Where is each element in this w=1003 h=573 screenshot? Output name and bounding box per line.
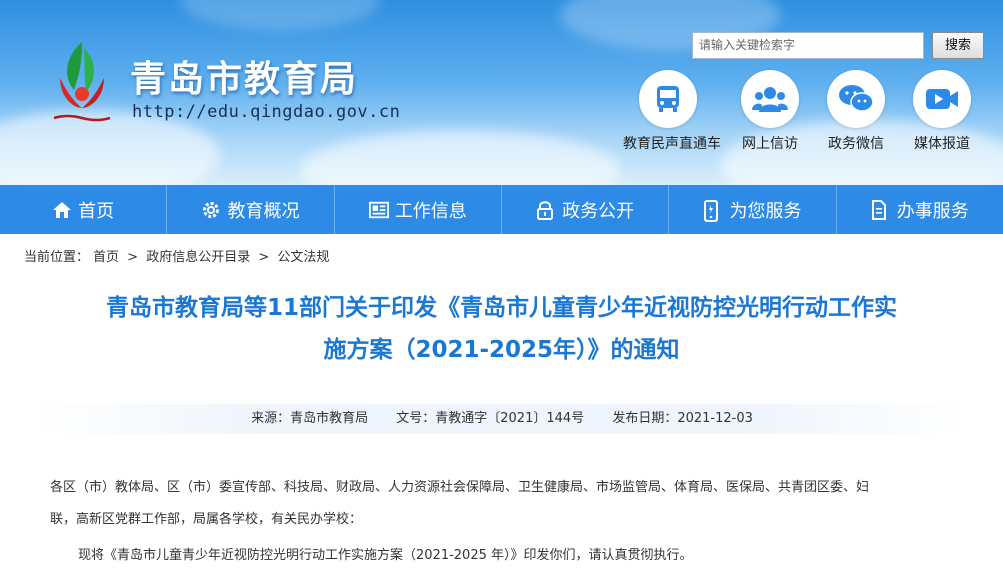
nav-item-overview[interactable]: 教育概况 xyxy=(167,185,335,234)
nav-item-home[interactable]: 首页 xyxy=(0,185,168,234)
body-line: 联，高新区党群工作部，局属各学校，有关民办学校： xyxy=(50,512,363,527)
search-button[interactable]: 搜索 xyxy=(932,32,984,59)
article-publish-date: 发布日期：2021-12-03 xyxy=(612,411,753,426)
nav-item-affairs-service[interactable]: 办事服务 xyxy=(837,185,1003,234)
search-input[interactable]: 请输入关键检索字 xyxy=(692,32,924,59)
logo-emblem-icon[interactable] xyxy=(52,38,112,128)
article-doc-number: 文号：青教通字〔2021〕144号 xyxy=(396,411,585,426)
nav-item-label: 政务公开 xyxy=(562,200,635,222)
body-paragraph: 现将《青岛市儿童青少年近视防控光明行动工作实施方案（2021-2025 年）》印… xyxy=(78,548,693,563)
article-title: 青岛市教育局等11部门关于印发《青岛市儿童青少年近视防控光明行动工作实 施方案（… xyxy=(40,287,963,371)
quick-link-label: 媒体报道 xyxy=(914,136,970,152)
article-source: 来源：青岛市教育局 xyxy=(251,411,369,426)
site-url: http://edu.qingdao.gov.cn xyxy=(132,102,401,122)
article-title-line: 青岛市教育局等11部门关于印发《青岛市儿童青少年近视防控光明行动工作实 xyxy=(105,295,897,321)
wechat-icon xyxy=(827,70,885,128)
breadcrumb-separator: > xyxy=(258,250,270,265)
quick-link-label: 网上信访 xyxy=(742,136,798,152)
quick-link-label: 教育民声直通车 xyxy=(623,136,721,152)
site-title[interactable]: 青岛市教育局 xyxy=(130,50,358,102)
nav-item-label: 教育概况 xyxy=(227,200,300,222)
quick-link-petition[interactable]: 网上信访 xyxy=(725,70,815,153)
quick-link-hotline[interactable]: 教育民声直通车 xyxy=(623,70,721,153)
site-header: 青岛市教育局 http://edu.qingdao.gov.cn 请输入关键检索… xyxy=(0,0,1003,185)
quick-link-wechat[interactable]: 政务微信 xyxy=(811,70,901,153)
nav-item-gov-affairs[interactable]: 政务公开 xyxy=(502,185,670,234)
lock-icon xyxy=(536,200,556,220)
breadcrumb-item-home[interactable]: 首页 xyxy=(93,250,119,265)
breadcrumb-item-documents[interactable]: 公文法规 xyxy=(277,250,329,265)
video-icon xyxy=(913,70,971,128)
breadcrumb-separator: > xyxy=(127,250,139,265)
nav-item-label: 为您服务 xyxy=(729,200,802,222)
article-meta: 来源：青岛市教育局 文号：青教通字〔2021〕144号 发布日期：2021-12… xyxy=(32,404,972,434)
bus-icon xyxy=(639,70,697,128)
gear-icon xyxy=(201,200,221,220)
breadcrumb-item-catalog[interactable]: 政府信息公开目录 xyxy=(146,250,250,265)
article-body: 各区（市）教体局、区（市）委宣传部、科技局、财政局、人力资源社会保障局、卫生健康… xyxy=(50,474,940,570)
breadcrumb-prefix: 当前位置： xyxy=(24,250,90,265)
newspaper-icon xyxy=(368,200,389,220)
nav-item-label: 首页 xyxy=(78,200,115,222)
home-icon xyxy=(52,200,72,220)
nav-item-services[interactable]: 为您服务 xyxy=(669,185,837,234)
nav-item-label: 办事服务 xyxy=(896,200,969,222)
article-title-line: 施方案（2021-2025年）》的通知 xyxy=(323,337,680,363)
nav-item-label: 工作信息 xyxy=(394,200,467,222)
quick-link-label: 政务微信 xyxy=(828,136,884,152)
breadcrumb: 当前位置： 首页 > 政府信息公开目录 > 公文法规 xyxy=(24,246,333,265)
document-icon xyxy=(871,199,891,220)
main-nav: 首页 教育概况 工作信息 政务公开 为您服务 办事服务 xyxy=(0,185,1003,234)
body-line: 各区（市）教体局、区（市）委宣传部、科技局、财政局、人力资源社会保障局、卫生健康… xyxy=(50,480,870,495)
phone-icon xyxy=(703,199,723,222)
users-icon xyxy=(741,70,799,128)
quick-link-media[interactable]: 媒体报道 xyxy=(897,70,987,153)
nav-item-work-info[interactable]: 工作信息 xyxy=(335,185,502,234)
